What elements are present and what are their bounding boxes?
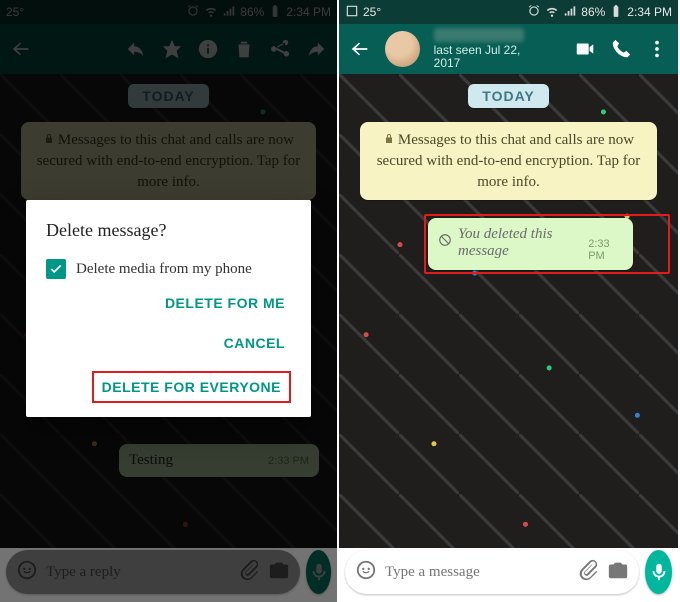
- wifi-icon: [545, 4, 559, 21]
- status-temp: 25°: [363, 5, 381, 19]
- last-seen: last seen Jul 22, 2017: [434, 44, 546, 70]
- status-battery-pct: 86%: [581, 5, 605, 19]
- checkbox-label: Delete media from my phone: [76, 261, 252, 278]
- back-icon[interactable]: [349, 38, 371, 60]
- avatar[interactable]: [385, 31, 420, 67]
- status-bar: 25° 86% 2:34 PM: [339, 0, 678, 24]
- delete-media-checkbox-row[interactable]: Delete media from my phone: [46, 259, 291, 279]
- screenshot-icon: [345, 4, 359, 21]
- delete-for-everyone-button[interactable]: DELETE FOR EVERYONE: [92, 371, 291, 403]
- block-icon: [438, 233, 452, 252]
- checkbox-icon[interactable]: [46, 259, 66, 279]
- emoji-icon[interactable]: [355, 559, 377, 586]
- deleted-message-text: You deleted this message: [458, 226, 580, 260]
- mic-button[interactable]: [645, 550, 672, 594]
- delete-for-me-button[interactable]: DELETE FOR ME: [159, 291, 291, 315]
- status-time: 2:34 PM: [627, 5, 672, 19]
- input-bar: [345, 550, 672, 594]
- phone-right: 25° 86% 2:34 PM last seen Jul 22, 2017 T…: [339, 0, 678, 602]
- encryption-notice[interactable]: Messages to this chat and calls are now …: [360, 122, 657, 200]
- date-chip: TODAY: [468, 84, 548, 108]
- camera-icon[interactable]: [607, 559, 629, 586]
- chat-area: TODAY Messages to this chat and calls ar…: [339, 74, 678, 548]
- voice-call-icon[interactable]: [610, 38, 632, 60]
- encryption-text: Messages to this chat and calls are now …: [377, 132, 641, 190]
- attach-icon[interactable]: [577, 559, 599, 586]
- alarm-icon: [527, 4, 541, 21]
- dialog-title: Delete message?: [46, 220, 291, 241]
- signal-icon: [563, 4, 577, 21]
- message-input[interactable]: [385, 564, 569, 581]
- deleted-message-bubble[interactable]: You deleted this message 2:33 PM: [428, 218, 633, 271]
- delete-dialog: Delete message? Delete media from my pho…: [26, 200, 311, 417]
- lock-icon: [383, 133, 395, 149]
- cancel-button[interactable]: CANCEL: [218, 331, 291, 355]
- more-icon[interactable]: [646, 38, 668, 60]
- battery-icon: [609, 4, 623, 21]
- phone-left: 25° 86% 2:34 PM TODAY Messages to this c…: [0, 0, 339, 602]
- input-pill[interactable]: [345, 550, 639, 594]
- contact-info[interactable]: last seen Jul 22, 2017: [434, 28, 546, 70]
- contact-name-blurred: [434, 28, 524, 42]
- video-call-icon[interactable]: [574, 38, 596, 60]
- message-time: 2:33 PM: [588, 238, 622, 262]
- chat-action-bar: last seen Jul 22, 2017: [339, 24, 678, 74]
- highlight-frame: You deleted this message 2:33 PM: [424, 214, 670, 275]
